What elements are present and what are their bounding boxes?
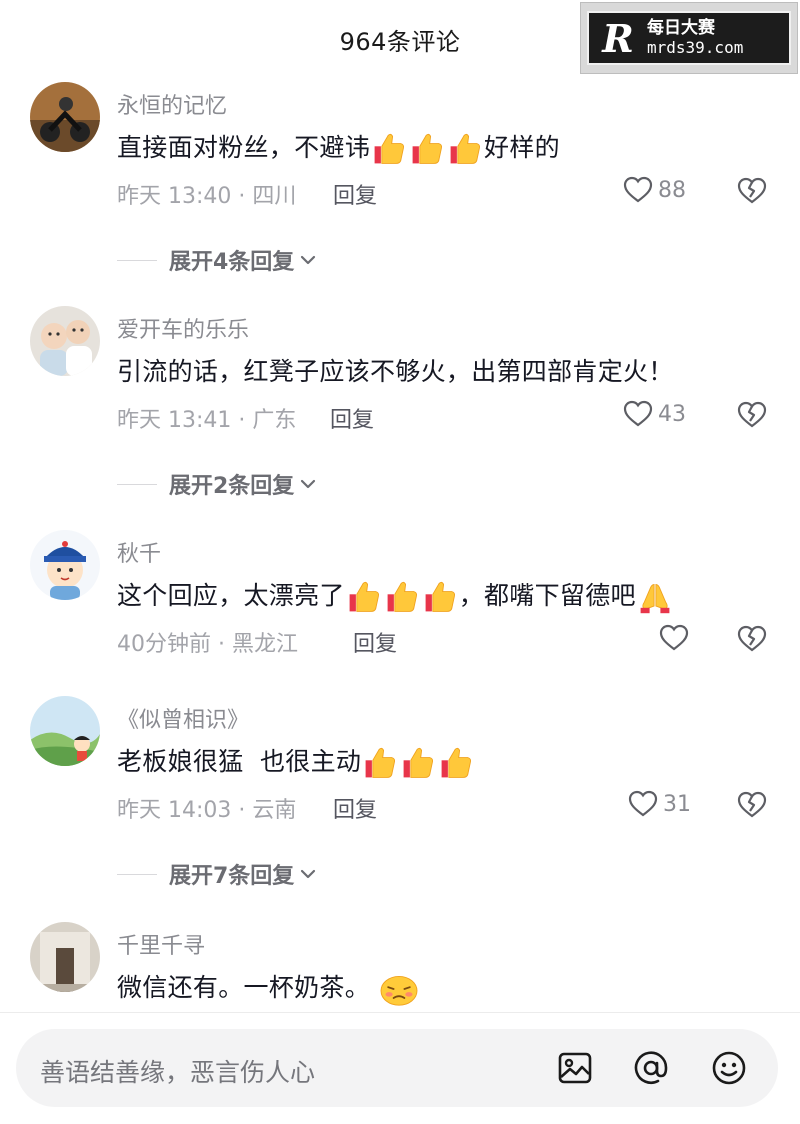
comment-username[interactable]: 永恒的记忆 [117,88,227,120]
avatar[interactable] [30,82,100,152]
comment-meta: 昨天 13:41 · 广东 [117,408,297,433]
expand-replies-button[interactable]: 展开7条回复 [117,858,318,890]
embarrassed-face-icon [380,975,418,1006]
thumbs-up-icon [362,745,398,781]
watermark-name: 每日大赛 [647,18,715,38]
thumbs-up-icon [400,745,436,781]
thumbs-up-icon [346,579,382,615]
comment-username[interactable]: 爱开车的乐乐 [117,312,249,344]
image-icon[interactable] [556,1049,594,1087]
thumbs-up-icon [409,131,445,167]
emoji-icon[interactable] [710,1049,748,1087]
heart-icon [627,788,659,820]
like-count: 43 [658,401,686,427]
like-button[interactable] [658,622,690,654]
avatar[interactable] [30,696,100,766]
chevron-down-icon [298,864,318,884]
heart-icon [622,174,654,206]
avatar[interactable] [30,922,100,992]
reply-button[interactable]: 回复 [333,792,377,824]
expand-replies-button[interactable]: 展开2条回复 [117,468,318,500]
dislike-icon[interactable] [736,623,768,655]
comment-input-bar: 善语结善缘，恶言伤人心 [0,1012,800,1124]
thumbs-up-icon [447,131,483,167]
comment-count-title: 964条评论 [339,27,461,56]
reply-button[interactable]: 回复 [333,178,377,210]
like-button[interactable]: 88 [622,174,686,206]
avatar[interactable] [30,306,100,376]
reply-button[interactable]: 回复 [330,402,374,434]
praying-hands-icon [640,583,670,614]
like-count: 31 [663,791,691,817]
watermark-url: mrds39.com [647,38,744,57]
at-icon[interactable] [632,1049,670,1087]
dislike-icon[interactable] [736,175,768,207]
like-button[interactable]: 43 [622,398,686,430]
heart-icon [622,398,654,430]
thumbs-up-icon [422,579,458,615]
like-button[interactable]: 31 [627,788,691,820]
thumbs-up-icon [438,745,474,781]
chevron-down-icon [298,474,318,494]
comment-text: 引流的话，红凳子应该不够火，出第四部肯定火！ [117,357,674,386]
comment-meta: 昨天 13:40 · 四川 [117,184,297,209]
comment-input[interactable]: 善语结善缘，恶言伤人心 [16,1029,778,1107]
reply-button[interactable]: 回复 [353,626,397,658]
divider [117,259,157,261]
chevron-down-icon [298,250,318,270]
dislike-icon[interactable] [736,789,768,821]
comment-username[interactable]: 千里千寻 [117,928,205,960]
avatar[interactable] [30,530,100,600]
divider [117,483,157,485]
comment-username[interactable]: 秋千 [117,536,161,568]
expand-replies-button[interactable]: 展开4条回复 [117,244,318,276]
comment-meta: 40分钟前 · 黑龙江 [117,632,298,657]
dislike-icon[interactable] [736,399,768,431]
watermark-r-logo: R [602,15,634,61]
thumbs-up-icon [384,579,420,615]
watermark-logo: R 每日大赛 mrds39.com [580,2,798,74]
comment-text: 老板娘很猛 也很主动 [117,742,475,781]
comment-username[interactable]: 《似曾相识》 [117,702,249,734]
comment-input-placeholder: 善语结善缘，恶言伤人心 [40,1058,316,1087]
comment-text: 直接面对粉丝，不避讳 好样的 [117,128,560,167]
like-count: 88 [658,177,686,203]
heart-icon [658,622,690,654]
divider [117,873,157,875]
comment-text: 微信还有。一杯奶茶。 [117,968,420,1007]
comment-meta: 昨天 14:03 · 云南 [117,798,297,823]
thumbs-up-icon [371,131,407,167]
comment-text: 这个回应，太漂亮了 ，都嘴下留德吧 [117,576,674,615]
